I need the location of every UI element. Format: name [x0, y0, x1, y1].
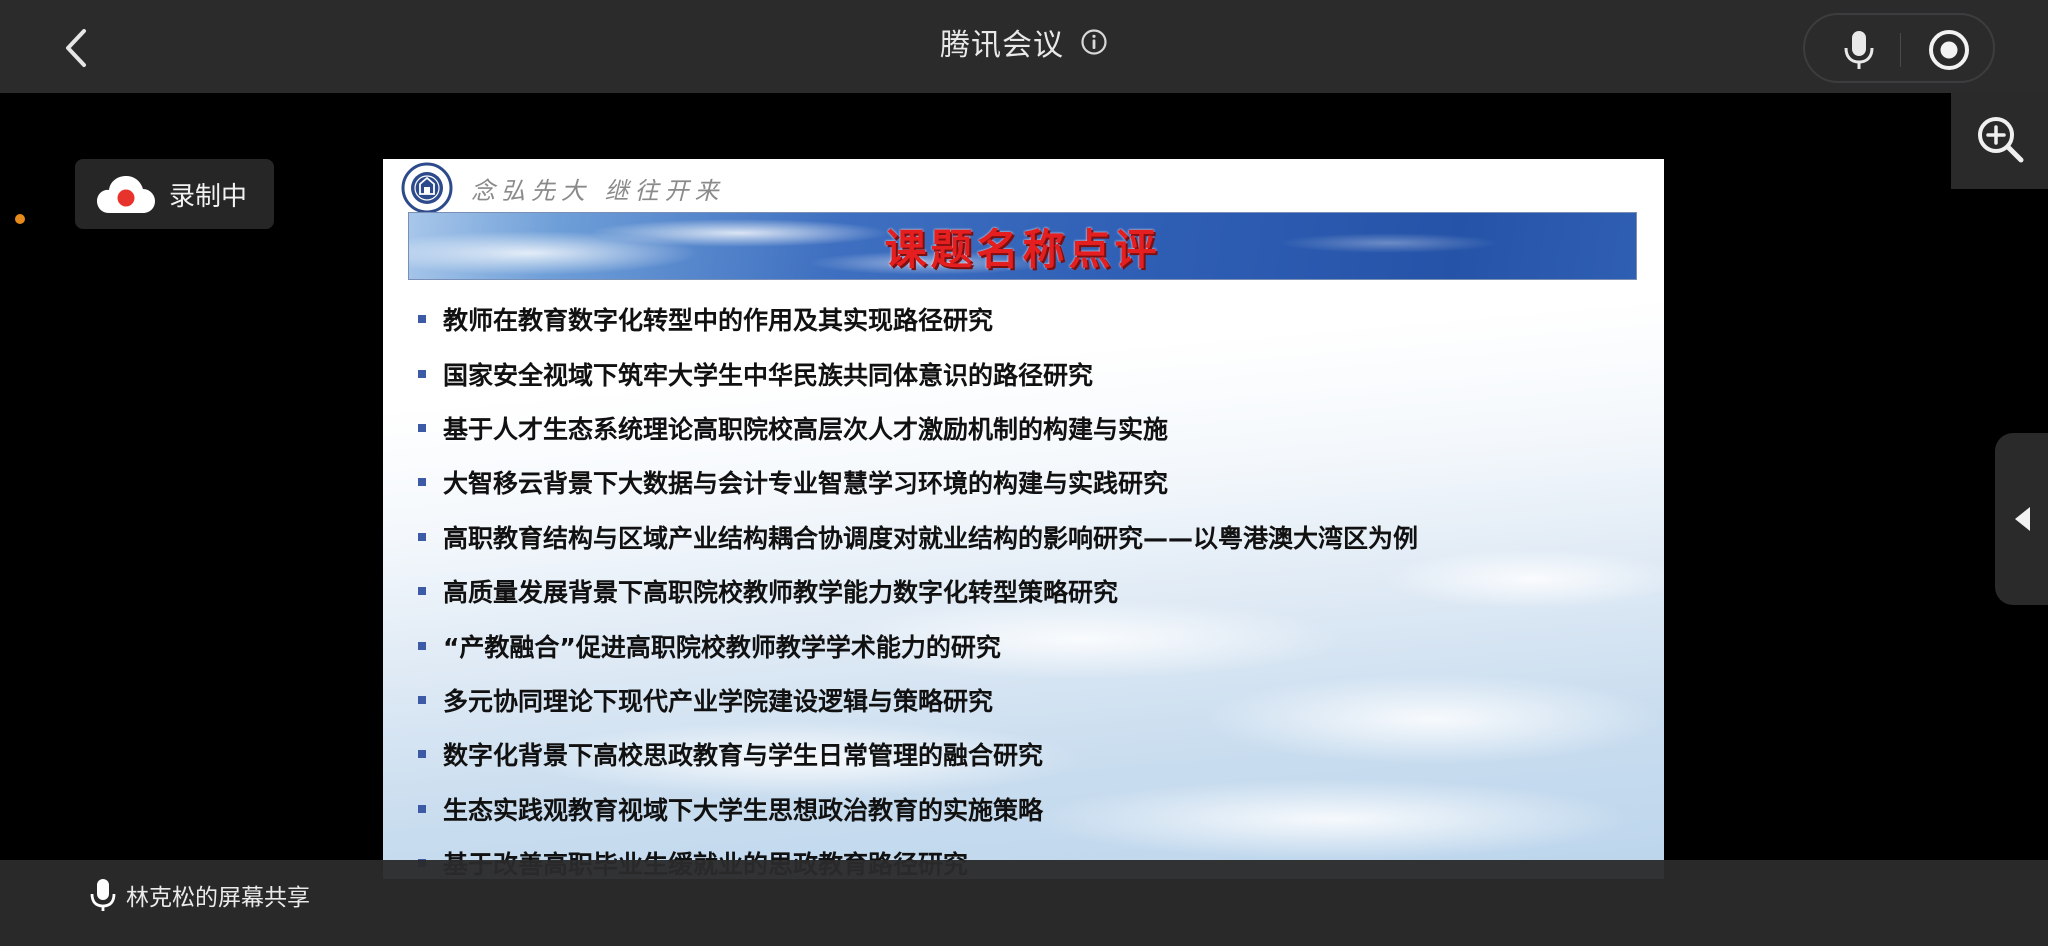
- topic-text: 大智移云背景下大数据与会计专业智慧学习环境的构建与实践研究: [443, 469, 1169, 499]
- zoom-button[interactable]: [1951, 93, 2048, 189]
- topic-text: 高质量发展背景下高职院校教师教学能力数字化转型策略研究: [443, 578, 1119, 608]
- bullet-icon: [418, 315, 426, 324]
- slide-title: 课题名称点评: [884, 224, 1161, 274]
- top-bar: 腾讯会议: [0, 0, 2048, 93]
- microphone-button[interactable]: [1839, 29, 1879, 71]
- slide-motto: 念弘先大 继往开来: [471, 176, 725, 205]
- bullet-icon: [418, 587, 426, 596]
- topic-item: 国家安全视域下筑牢大学生中华民族共同体意识的路径研究: [418, 346, 1418, 400]
- triangle-left-icon: [2015, 507, 2030, 531]
- audio-record-controls: [1803, 13, 1995, 83]
- topic-item: “产教融合”促进高职院校教师教学学术能力的研究: [418, 618, 1418, 672]
- topic-text: “产教融合”促进高职院校教师教学学术能力的研究: [443, 632, 1001, 662]
- screen-share-label: 林克松的屏幕共享: [126, 885, 310, 911]
- bullet-icon: [418, 478, 426, 487]
- topic-item: 教师在教育数字化转型中的作用及其实现路径研究: [418, 292, 1418, 346]
- topic-text: 数字化背景下高校思政教育与学生日常管理的融合研究: [443, 741, 1044, 771]
- bullet-icon: [418, 695, 426, 704]
- chevron-left-icon: [66, 29, 86, 67]
- topic-text: 多元协同理论下现代产业学院建设逻辑与策略研究: [443, 686, 994, 716]
- meeting-window: 腾讯会议 录制中 念弘先大 继往开来 课题名称点评 教师在教育数字化转型中的作用…: [0, 0, 2048, 946]
- record-icon: [1929, 30, 1969, 70]
- topic-item: 高职教育结构与区域产业结构耦合协调度对就业结构的影响研究——以粤港澳大湾区为例: [418, 510, 1418, 564]
- topic-item: 高质量发展背景下高职院校教师教学能力数字化转型策略研究: [418, 564, 1418, 618]
- bullet-icon: [418, 641, 426, 650]
- info-icon[interactable]: [1080, 28, 1108, 56]
- zoom-in-icon: [1978, 117, 2024, 163]
- topic-item: 基于人才生态系统理论高职院校高层次人才激励机制的构建与实施: [418, 401, 1418, 455]
- topic-item: 多元协同理论下现代产业学院建设逻辑与策略研究: [418, 673, 1418, 727]
- topic-list: 教师在教育数字化转型中的作用及其实现路径研究国家安全视域下筑牢大学生中华民族共同…: [418, 292, 1418, 879]
- status-dot: [15, 214, 25, 224]
- topic-text: 国家安全视域下筑牢大学生中华民族共同体意识的路径研究: [443, 360, 1094, 390]
- bullet-icon: [418, 750, 426, 759]
- bullet-icon: [418, 532, 426, 541]
- shared-screen-slide: 念弘先大 继往开来 课题名称点评 教师在教育数字化转型中的作用及其实现路径研究国…: [383, 159, 1664, 879]
- bullet-icon: [418, 369, 426, 378]
- title-area: 腾讯会议: [0, 0, 2048, 84]
- topic-text: 基于人才生态系统理论高职院校高层次人才激励机制的构建与实施: [443, 414, 1169, 444]
- side-panel-toggle[interactable]: [1995, 433, 2048, 605]
- meeting-title: 腾讯会议: [940, 28, 1064, 63]
- cloud-record-icon: [97, 176, 155, 213]
- recording-badge[interactable]: 录制中: [75, 159, 274, 229]
- topic-text: 教师在教育数字化转型中的作用及其实现路径研究: [443, 306, 994, 336]
- recording-label: 录制中: [169, 181, 248, 212]
- back-button[interactable]: [58, 26, 98, 70]
- topic-text: 生态实践观教育视域下大学生思想政治教育的实施策略: [443, 795, 1044, 825]
- topic-item: 数字化背景下高校思政教育与学生日常管理的融合研究: [418, 727, 1418, 781]
- microphone-icon: [90, 879, 116, 911]
- screen-share-indicator: 林克松的屏幕共享: [88, 870, 310, 920]
- microphone-icon: [1844, 31, 1874, 69]
- topic-text: 高职教育结构与区域产业结构耦合协调度对就业结构的影响研究——以粤港澳大湾区为例: [443, 523, 1419, 553]
- topic-item: 大智移云背景下大数据与会计专业智慧学习环境的构建与实践研究: [418, 455, 1418, 509]
- slide-title-banner: 课题名称点评: [408, 212, 1637, 280]
- bottom-bar: 林克松的屏幕共享: [0, 860, 2048, 946]
- topic-item: 生态实践观教育视域下大学生思想政治教育的实施策略: [418, 782, 1418, 836]
- university-seal-logo: [401, 162, 453, 214]
- slide-header: 念弘先大 继往开来: [401, 162, 725, 214]
- divider: [1900, 33, 1901, 67]
- bullet-icon: [418, 804, 426, 813]
- record-button[interactable]: [1927, 28, 1971, 72]
- bullet-icon: [418, 423, 426, 432]
